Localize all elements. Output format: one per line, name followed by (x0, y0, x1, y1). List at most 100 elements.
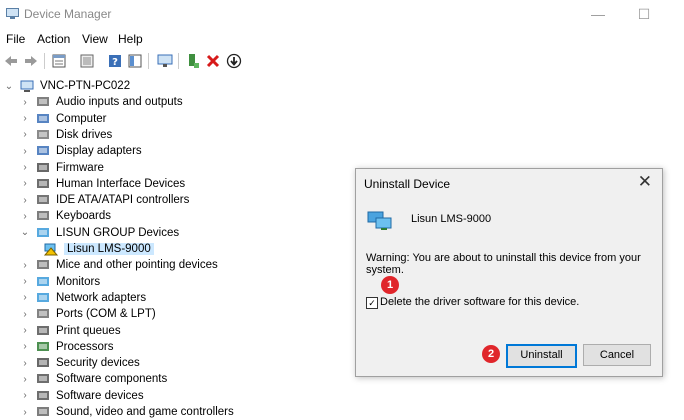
tree-category-item[interactable]: › Human Interface Devices (20, 176, 185, 192)
chevron-right-icon[interactable]: › (20, 276, 30, 287)
chevron-right-icon[interactable]: › (20, 260, 30, 271)
uninstall-button[interactable]: Uninstall (506, 344, 577, 368)
software-device-icon (37, 390, 49, 400)
tree-item-label: Mice and other pointing devices (56, 259, 218, 272)
tree-item-label: Computer (56, 112, 107, 125)
chevron-right-icon[interactable]: › (20, 129, 30, 140)
dialog-body: Lisun LMS-9000 Warning: You are about to… (356, 195, 662, 376)
chevron-right-icon[interactable]: › (20, 325, 30, 336)
tree-category-item[interactable]: › IDE ATA/ATAPI controllers (20, 192, 189, 208)
chevron-right-icon[interactable]: › (20, 292, 30, 303)
back-arrow-icon[interactable] (2, 52, 20, 70)
menu-help[interactable]: Help (118, 32, 143, 46)
processor-icon (37, 341, 49, 351)
menu-action[interactable]: Action (37, 32, 70, 46)
tree-category-item[interactable]: › Security devices (20, 355, 140, 371)
display-icon (37, 146, 49, 156)
help-icon[interactable]: ? (106, 52, 124, 70)
sound-icon (37, 407, 49, 416)
firmware-icon (37, 162, 49, 172)
toolbar: ? (0, 50, 684, 72)
dialog-device-name: Lisun LMS-9000 (411, 213, 492, 225)
annotation-badge-2: 2 (482, 345, 500, 363)
monitor-scan-icon[interactable] (156, 52, 174, 70)
tree-item-label: Audio inputs and outputs (56, 96, 183, 109)
tree-category-item[interactable]: › Ports (COM & LPT) (20, 306, 155, 322)
port-icon (37, 309, 49, 319)
tree-category-item[interactable]: › Software components (20, 371, 167, 387)
tree-child-item[interactable]: Lisun LMS-9000 (44, 241, 154, 257)
tree-category-item[interactable]: › Keyboards (20, 208, 111, 224)
chevron-right-icon[interactable]: › (20, 113, 30, 124)
tree-category-item[interactable]: › Network adapters (20, 290, 146, 306)
tree-category-item[interactable]: › Software devices (20, 388, 143, 404)
tree-item-label: LISUN GROUP Devices (56, 226, 180, 239)
minimize-button[interactable]: — (576, 0, 620, 28)
cancel-button[interactable]: Cancel (583, 344, 651, 366)
delete-driver-checkbox[interactable]: ✓ (366, 297, 378, 309)
tree-category-item[interactable]: › Computer (20, 111, 107, 127)
tree-item-label: Software components (56, 373, 168, 386)
tree-category-item[interactable]: › Monitors (20, 274, 100, 290)
tree-category-item[interactable]: › Disk drives (20, 127, 112, 143)
add-driver-icon[interactable] (184, 52, 202, 70)
chevron-right-icon[interactable]: › (20, 358, 30, 369)
printer-icon (37, 325, 49, 335)
chevron-right-icon[interactable]: › (20, 146, 30, 157)
maximize-button[interactable]: ☐ (622, 0, 666, 28)
chevron-right-icon[interactable]: › (20, 341, 30, 352)
security-icon (37, 358, 49, 368)
monitor-icon (37, 276, 49, 286)
network-device-icon (367, 211, 392, 230)
device-manager-icon (6, 8, 19, 19)
network-icon (37, 227, 49, 237)
uninstall-x-icon[interactable] (204, 52, 222, 70)
chevron-right-icon[interactable]: › (20, 390, 30, 401)
hid-icon (37, 178, 49, 188)
chevron-right-icon[interactable]: › (20, 97, 30, 108)
delete-driver-label[interactable]: Delete the driver software for this devi… (380, 296, 579, 308)
uninstall-dialog: Uninstall Device ✕ Lisun LMS-9000 Warnin… (355, 168, 663, 377)
tree-item-label: Processors (56, 340, 114, 353)
chevron-down-icon[interactable]: ⌄ (4, 81, 14, 92)
menu-view[interactable]: View (82, 32, 108, 46)
view-icon[interactable] (126, 52, 144, 70)
tree-category-item[interactable]: › Display adapters (20, 143, 142, 159)
disk-icon (37, 129, 49, 139)
tree-item-label: Display adapters (56, 145, 142, 158)
network-icon (37, 292, 49, 302)
tree-item-label: Network adapters (56, 291, 147, 304)
disable-device-icon[interactable] (225, 52, 243, 70)
annotation-badge-1: 1 (381, 276, 399, 294)
chevron-right-icon[interactable]: › (20, 407, 30, 418)
forward-arrow-icon[interactable] (22, 52, 40, 70)
properties-icon[interactable] (50, 52, 68, 70)
tree-category-item[interactable]: › Audio inputs and outputs (20, 94, 183, 110)
title-bar: Device Manager — ☐ (0, 0, 684, 28)
chevron-right-icon[interactable]: › (20, 211, 30, 222)
chevron-right-icon[interactable]: › (20, 178, 30, 189)
tree-category-item[interactable]: › Print queues (20, 323, 120, 339)
tree-root[interactable]: ⌄ VNC-PTN-PC022 (4, 78, 130, 94)
chevron-right-icon[interactable]: › (20, 374, 30, 385)
tree-category-item[interactable]: › Sound, video and game controllers (20, 404, 233, 420)
tree-category-item[interactable]: › Firmware (20, 160, 104, 176)
computer-root-icon (20, 80, 34, 92)
dialog-warning-text: Warning: You are about to uninstall this… (366, 252, 641, 276)
chevron-right-icon[interactable]: › (20, 309, 30, 320)
tree-category-item[interactable]: › Processors (20, 339, 114, 355)
chevron-right-icon[interactable]: › (20, 162, 30, 173)
tree-category-item[interactable]: › Mice and other pointing devices (20, 257, 218, 273)
update-driver-icon[interactable] (78, 52, 96, 70)
tree-item-label: Disk drives (56, 128, 113, 141)
svg-text:?: ? (112, 57, 118, 68)
tree-item-label: Security devices (56, 357, 140, 370)
chevron-down-icon[interactable]: ⌄ (20, 227, 30, 238)
close-icon[interactable]: ✕ (638, 172, 652, 192)
menu-file[interactable]: File (6, 32, 25, 46)
software-component-icon (37, 374, 49, 384)
tree-item-label: Monitors (56, 275, 101, 288)
chevron-right-icon[interactable]: › (20, 195, 30, 206)
tree-category-item[interactable]: ⌄ LISUN GROUP Devices (20, 225, 179, 241)
warning-device-icon (44, 243, 58, 256)
